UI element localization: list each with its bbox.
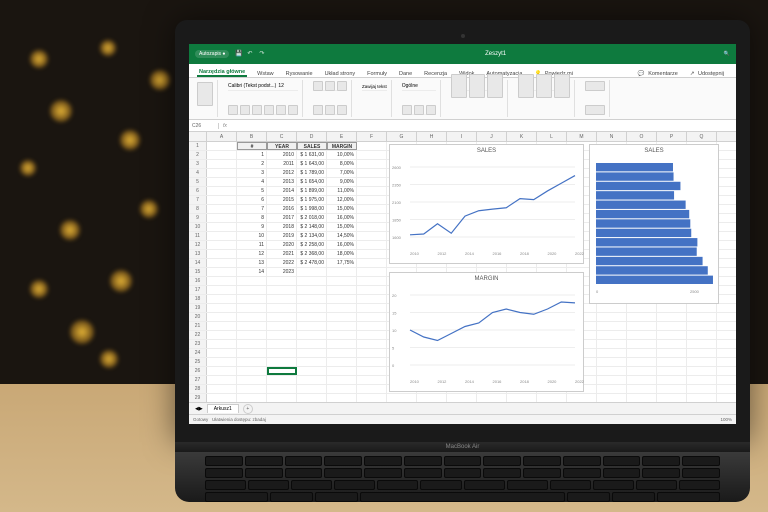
- save-icon[interactable]: 💾: [235, 50, 243, 58]
- tab-review[interactable]: Recenzja: [422, 71, 449, 77]
- insert-cells[interactable]: [518, 74, 534, 98]
- margin-line-chart[interactable]: MARGIN 201510502010201220142016201820202…: [389, 272, 584, 392]
- sheet-tab[interactable]: Arkusz1: [207, 404, 239, 413]
- cond-format[interactable]: [451, 74, 467, 98]
- svg-text:15: 15: [392, 311, 397, 316]
- delete-cells[interactable]: [536, 74, 552, 98]
- sort-filter[interactable]: [585, 105, 605, 115]
- wrap-text[interactable]: Zawijaj tekst: [362, 84, 387, 89]
- svg-text:10: 10: [392, 328, 397, 333]
- spreadsheet-grid[interactable]: ABCDEFGHIJKLMNOPQ 1#YEARSALESMARGIN21201…: [189, 132, 736, 412]
- svg-text:2014: 2014: [465, 379, 475, 384]
- undo-icon[interactable]: ↶: [247, 50, 255, 58]
- add-sheet[interactable]: +: [243, 404, 253, 414]
- svg-text:2600: 2600: [392, 165, 402, 170]
- svg-text:2012: 2012: [438, 251, 448, 256]
- zoom-level[interactable]: 100%: [720, 417, 732, 422]
- svg-text:2018: 2018: [520, 379, 530, 384]
- svg-text:2018: 2018: [520, 251, 530, 256]
- fill-button[interactable]: [276, 105, 286, 115]
- comments-button[interactable]: 💬 Komentarze: [636, 71, 682, 77]
- bold-button[interactable]: [228, 105, 238, 115]
- svg-text:1850: 1850: [392, 218, 402, 223]
- search-icon[interactable]: 🔍: [724, 51, 730, 57]
- svg-text:2350: 2350: [392, 183, 402, 188]
- tab-data[interactable]: Dane: [397, 71, 414, 77]
- percent-button[interactable]: [414, 105, 424, 115]
- svg-text:1600: 1600: [392, 235, 402, 240]
- align-right[interactable]: [337, 105, 347, 115]
- italic-button[interactable]: [240, 105, 250, 115]
- titlebar: Autozapis ● 💾 ↶ ↷ Zeszyt1 🔍: [189, 44, 736, 64]
- svg-text:2010: 2010: [410, 251, 420, 256]
- svg-text:2010: 2010: [410, 379, 420, 384]
- format-cells[interactable]: [554, 74, 570, 98]
- autosum[interactable]: [585, 81, 605, 91]
- svg-text:2020: 2020: [548, 379, 558, 384]
- share-button[interactable]: ↗ Udostępnij: [688, 71, 728, 77]
- svg-text:2012: 2012: [438, 379, 448, 384]
- excel-window: Autozapis ● 💾 ↶ ↷ Zeszyt1 🔍 Narzędzia gł…: [189, 44, 736, 424]
- tab-draw[interactable]: Rysowanie: [284, 71, 315, 77]
- svg-text:5: 5: [392, 346, 395, 351]
- column-headers: ABCDEFGHIJKLMNOPQ: [189, 132, 736, 142]
- camera: [461, 34, 465, 38]
- quick-access-toolbar: 💾 ↶ ↷: [235, 50, 267, 58]
- ribbon: Calibri (Tekst podst...) 12 Zawijaj teks…: [189, 78, 736, 120]
- svg-text:2016: 2016: [493, 379, 503, 384]
- laptop: Autozapis ● 💾 ↶ ↷ Zeszyt1 🔍 Narzędzia gł…: [175, 20, 750, 502]
- fx-icon[interactable]: fx: [219, 123, 231, 129]
- cell-styles[interactable]: [487, 74, 503, 98]
- svg-text:2100: 2100: [392, 200, 402, 205]
- font-select[interactable]: Calibri (Tekst podst...): [228, 83, 276, 89]
- svg-text:2016: 2016: [493, 251, 503, 256]
- svg-text:2022: 2022: [575, 379, 585, 384]
- border-button[interactable]: [264, 105, 274, 115]
- tab-formulas[interactable]: Formuły: [365, 71, 389, 77]
- select-all[interactable]: [189, 132, 207, 141]
- sales-bar-chart[interactable]: SALES 02500: [589, 144, 719, 304]
- name-box[interactable]: C26: [189, 123, 219, 129]
- tab-insert[interactable]: Wstaw: [255, 71, 276, 77]
- keyboard: [175, 452, 750, 502]
- svg-text:0: 0: [596, 289, 599, 294]
- align-mid[interactable]: [325, 81, 335, 91]
- sales-line-chart[interactable]: SALES 2600235021001850160020102012201420…: [389, 144, 584, 264]
- tab-layout[interactable]: Układ strony: [323, 71, 358, 77]
- svg-text:2022: 2022: [575, 251, 585, 256]
- tab-home[interactable]: Narzędzia główne: [197, 69, 247, 77]
- svg-text:2014: 2014: [465, 251, 475, 256]
- align-top[interactable]: [313, 81, 323, 91]
- paste-button[interactable]: [197, 82, 213, 106]
- svg-text:0: 0: [392, 363, 395, 368]
- svg-text:20: 20: [392, 293, 397, 298]
- svg-text:2500: 2500: [690, 289, 700, 294]
- svg-text:2020: 2020: [548, 251, 558, 256]
- redo-icon[interactable]: ↷: [259, 50, 267, 58]
- format-table[interactable]: [469, 74, 485, 98]
- sheet-tabs: ◀ ▶ Arkusz1 +: [189, 402, 736, 414]
- number-format[interactable]: Ogólne: [402, 83, 418, 89]
- comma-button[interactable]: [426, 105, 436, 115]
- window-title: Zeszyt1: [267, 51, 723, 57]
- laptop-brand: MacBook Air: [175, 442, 750, 452]
- currency-button[interactable]: [402, 105, 412, 115]
- formula-bar: C26 fx: [189, 120, 736, 132]
- align-center[interactable]: [325, 105, 335, 115]
- status-bar: Gotowy Ułatwienia dostępu: zbadaj 100%: [189, 414, 736, 424]
- align-left[interactable]: [313, 105, 323, 115]
- autosave-toggle[interactable]: Autozapis ●: [195, 50, 229, 58]
- font-color-button[interactable]: [288, 105, 298, 115]
- align-bot[interactable]: [337, 81, 347, 91]
- underline-button[interactable]: [252, 105, 262, 115]
- col-header[interactable]: A: [207, 132, 237, 141]
- next-sheet[interactable]: ▶: [199, 406, 203, 412]
